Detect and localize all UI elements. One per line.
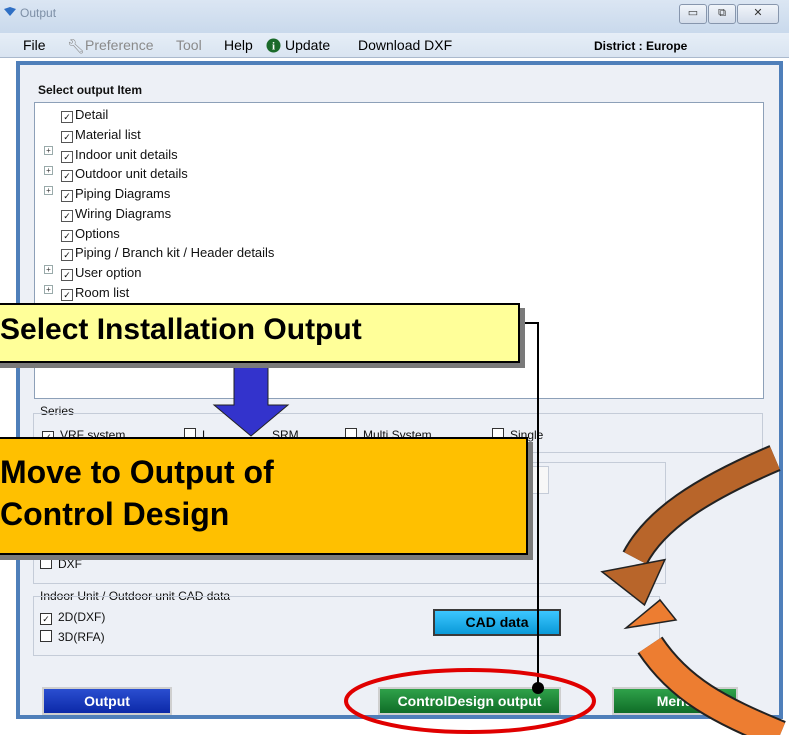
annotation-overlay [212,322,786,735]
callout-line-1: Move to Output of [0,454,274,490]
callout-move-to-output: Move to Output of Control Design [0,437,528,555]
connector-dot [532,682,544,694]
callout-line-2: Control Design [0,496,230,532]
highlight-ellipse [344,668,596,734]
callout-select-installation: Select Installation Output [0,303,520,363]
down-arrow-icon [212,366,290,437]
